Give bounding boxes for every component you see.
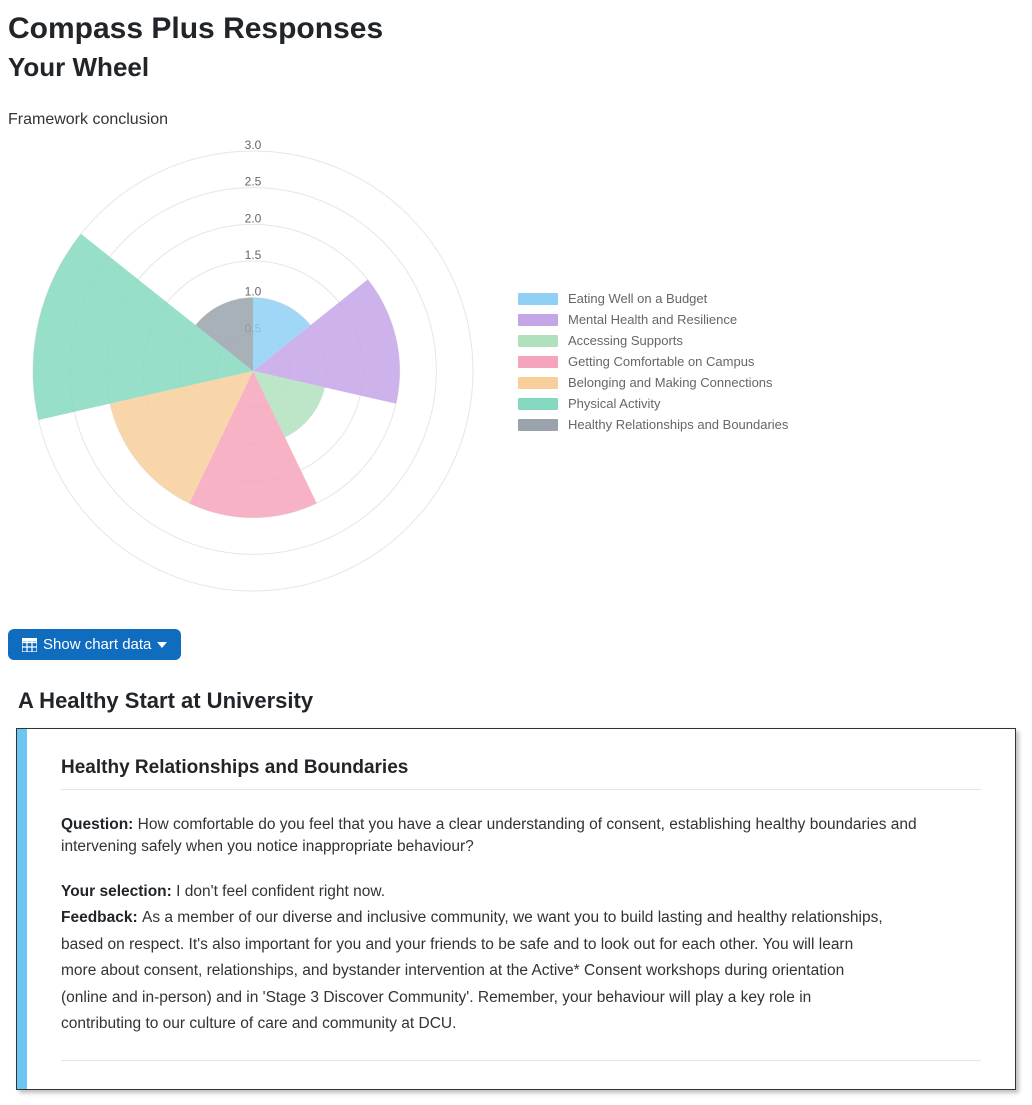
legend-item[interactable]: Physical Activity [518, 396, 788, 411]
selection-text: I don't feel confident right now. [176, 883, 385, 900]
legend-item[interactable]: Eating Well on a Budget [518, 291, 788, 306]
polar-chart: 0.51.01.52.02.53.0 [8, 131, 488, 621]
grid-icon [22, 638, 37, 652]
feedback-line: contributing to our culture of care and … [61, 1013, 981, 1035]
page-title: Compass Plus Responses [8, 12, 1024, 46]
page-subtitle: Your Wheel [8, 52, 1024, 83]
button-label: Show chart data [43, 636, 151, 653]
feedback-line: based on respect. It's also important fo… [61, 934, 981, 956]
legend-label: Healthy Relationships and Boundaries [568, 417, 788, 432]
selection-label: Your selection: [61, 883, 172, 900]
legend-item[interactable]: Accessing Supports [518, 333, 788, 348]
conclusion-label: Framework conclusion [8, 111, 1024, 129]
legend-swatch [518, 398, 558, 410]
card-title: Healthy Relationships and Boundaries [61, 757, 981, 779]
legend-swatch [518, 377, 558, 389]
question-row: Question: How comfortable do you feel th… [61, 814, 981, 859]
show-chart-data-button[interactable]: Show chart data [8, 629, 181, 660]
legend-label: Accessing Supports [568, 333, 683, 348]
legend-swatch [518, 335, 558, 347]
feedback-block: Feedback: As a member of our diverse and… [61, 907, 981, 1035]
legend-item[interactable]: Healthy Relationships and Boundaries [518, 417, 788, 432]
legend-label: Physical Activity [568, 396, 660, 411]
feedback-label: Feedback: [61, 909, 142, 926]
legend-label: Belonging and Making Connections [568, 375, 773, 390]
feedback-line: more about consent, relationships, and b… [61, 960, 981, 982]
question-text: How comfortable do you feel that you hav… [61, 816, 917, 855]
selection-row: Your selection: I don't feel confident r… [61, 881, 981, 903]
svg-text:3.0: 3.0 [245, 138, 262, 152]
section-heading: A Healthy Start at University [18, 688, 1024, 714]
legend-swatch [518, 293, 558, 305]
feedback-line: Feedback: As a member of our diverse and… [61, 907, 981, 929]
chart-legend: Eating Well on a Budget Mental Health and… [518, 291, 788, 438]
divider [61, 789, 981, 790]
svg-text:1.0: 1.0 [245, 285, 262, 299]
feedback-card: Healthy Relationships and Boundaries Que… [16, 728, 1016, 1090]
legend-swatch [518, 356, 558, 368]
svg-text:1.5: 1.5 [245, 248, 262, 262]
question-label: Question: [61, 816, 133, 833]
legend-item[interactable]: Belonging and Making Connections [518, 375, 788, 390]
chevron-down-icon [157, 642, 167, 648]
divider [61, 1060, 981, 1061]
legend-swatch [518, 419, 558, 431]
legend-item[interactable]: Getting Comfortable on Campus [518, 354, 788, 369]
svg-text:2.5: 2.5 [245, 175, 262, 189]
legend-swatch [518, 314, 558, 326]
legend-label: Getting Comfortable on Campus [568, 354, 754, 369]
svg-text:2.0: 2.0 [245, 211, 262, 225]
feedback-line: (online and in-person) and in 'Stage 3 D… [61, 987, 981, 1009]
legend-item[interactable]: Mental Health and Resilience [518, 312, 788, 327]
legend-label: Eating Well on a Budget [568, 291, 707, 306]
legend-label: Mental Health and Resilience [568, 312, 737, 327]
